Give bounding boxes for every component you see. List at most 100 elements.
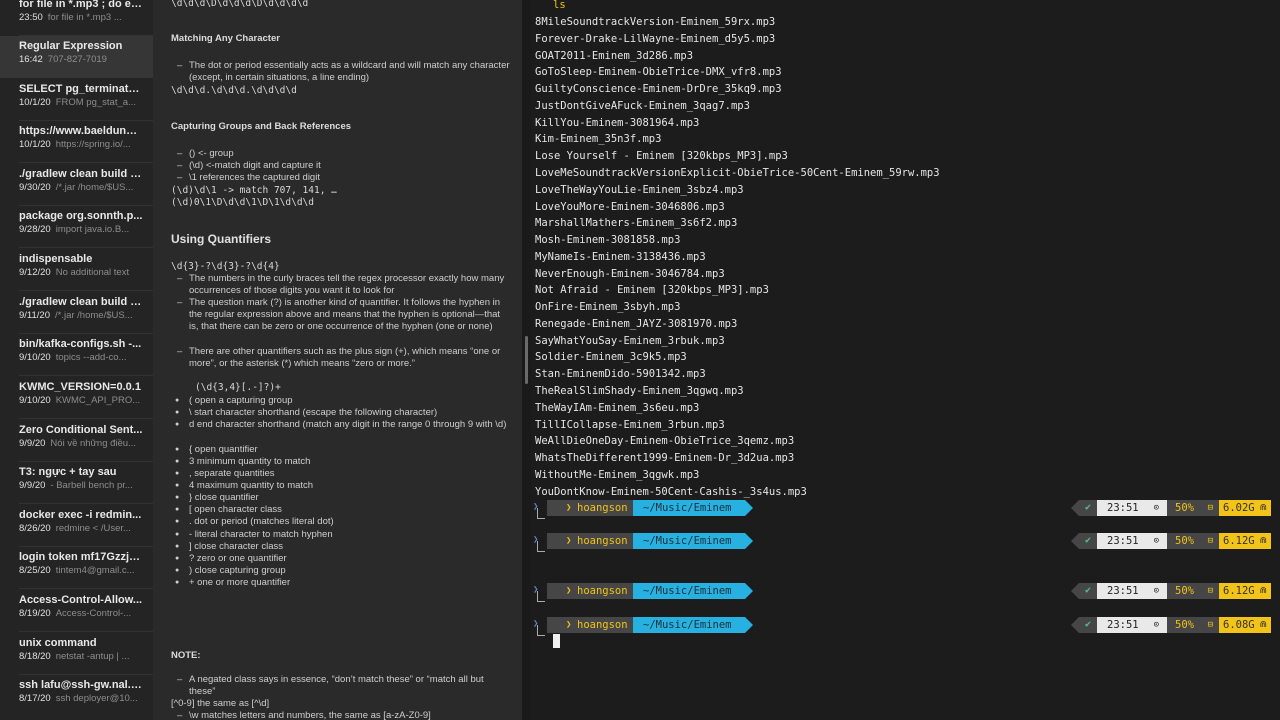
note-meta: 10/1/20 FROM pg_stat_a...	[19, 96, 143, 109]
file-entry: GuiltyConscience-Eminem-DrDre_35kq9.mp3	[535, 83, 782, 95]
note-preview: ssh deployer@10...	[55, 693, 138, 704]
note-date: 9/12/20	[19, 267, 51, 278]
shell-prompt: ❯ hoangson ~/Music/Eminem ✔ 23:51 50% 6.…	[531, 500, 1280, 519]
list-item: ( open a capturing group	[175, 395, 511, 407]
note-title: docker exec -i redmin...	[19, 509, 142, 521]
prompt-user: hoangson	[566, 500, 633, 516]
terminal[interactable]: ls 8MileSoundtrackVersion-Eminem_59rx.mp…	[531, 0, 1280, 720]
note-title: https://www.baeldung....	[19, 125, 143, 137]
note-item[interactable]: unix command 8/18/20 netstat -antup | ...	[0, 633, 153, 675]
note-item[interactable]: login token mf17GzzjR... 8/25/20 tintem4@…	[0, 547, 153, 589]
list-item: [ open character class	[175, 504, 511, 516]
divider	[19, 418, 153, 419]
note-preview: tintem4@gmail.c...	[55, 565, 135, 576]
prompt-path: ~/Music/Eminem	[633, 583, 745, 599]
note-date: 9/9/20	[19, 480, 46, 491]
note-title: Zero Conditional Sent...	[19, 424, 143, 436]
apple-icon	[547, 583, 567, 599]
note-date: 9/10/20	[19, 395, 51, 406]
note-preview: KWMC_API_PRO...	[55, 395, 141, 406]
prompt-path: ~/Music/Eminem	[633, 533, 745, 549]
file-entry: Soldier-Eminem_3c9k5.mp3	[535, 351, 687, 363]
code-line: (\d)\d\1 -> match 707, 141, …	[171, 185, 337, 196]
terminal-cursor[interactable]	[553, 634, 560, 648]
scrollbar-thumb[interactable]	[525, 336, 528, 384]
list-item: , separate quantities	[175, 468, 511, 480]
note-item[interactable]: ./gradlew clean build -... 9/11/20 /*.jar…	[0, 292, 153, 334]
file-entry: Forever-Drake-LilWayne-Eminem_d5y5.mp3	[535, 33, 776, 45]
text-line: [^0-9] the same as [^\d]	[171, 698, 270, 709]
note-item[interactable]: Regular Expression 16:42 707-827-7019	[0, 36, 153, 78]
file-entry: Not Afraid - Eminem [320kbps_MP3].mp3	[535, 284, 769, 296]
note-item[interactable]: Access-Control-Allow... 8/19/20 Access-Co…	[0, 590, 153, 632]
code-line: \d\d\d\D\d\d\d\D\d\d\d\d	[171, 0, 309, 9]
note-item[interactable]: ./gradlew clean build -... 9/30/20 /*.jar…	[0, 164, 153, 206]
file-entry: TheWayIAm-Eminem_3s6eu.mp3	[535, 402, 700, 414]
prompt-time: 23:51	[1097, 583, 1167, 599]
divider	[19, 631, 153, 632]
list-item: . dot or period (matches literal dot)	[175, 516, 511, 528]
note-item[interactable]: https://www.baeldung.... 10/1/20 https://…	[0, 121, 153, 163]
prompt-segment-tip	[1071, 583, 1079, 599]
note-date: 9/10/20	[19, 352, 51, 363]
note-date: 9/9/20	[19, 438, 46, 449]
note-item[interactable]: bin/kafka-configs.sh -... 9/10/20 topics …	[0, 334, 153, 376]
note-item[interactable]: T3: ngực + tay sau 9/9/20 - Barbell bench…	[0, 462, 153, 504]
note-item[interactable]: KWMC_VERSION=0.0.1 9/10/20 KWMC_API_PRO..…	[0, 377, 153, 419]
file-entry: SayWhatYouSay-Eminem_3rbuk.mp3	[535, 335, 725, 347]
note-preview: redmine < /User...	[55, 523, 131, 534]
note-title: KWMC_VERSION=0.0.1	[19, 381, 141, 393]
prompt-time: 23:51	[1097, 617, 1167, 633]
prompt-segment-tip	[745, 533, 753, 549]
note-title: Access-Control-Allow...	[19, 594, 143, 606]
note-meta: 9/11/20 /*.jar /home/$US...	[19, 309, 143, 322]
file-entry: GoToSleep-Eminem-ObieTrice-DMX_vfr8.mp3	[535, 66, 782, 78]
note-editor[interactable]: \d\d\d\D\d\d\d\D\d\d\d\d Matching Any Ch…	[153, 0, 522, 720]
file-entry: JustDontGiveAFuck-Eminem_3qag7.mp3	[535, 100, 750, 112]
note-item[interactable]: SELECT pg_terminate_... 10/1/20 FROM pg_s…	[0, 79, 153, 121]
note-preview: No additional text	[55, 267, 130, 278]
file-entry: GOAT2011-Eminem_3d286.mp3	[535, 50, 694, 62]
note-date: 16:42	[19, 54, 43, 65]
note-meta: 8/19/20 Access-Control-...	[19, 607, 143, 620]
file-entry: WhatsTheDifferent1999-Eminem-Dr_3d2ua.mp…	[535, 452, 795, 464]
command-text: ls	[553, 0, 566, 11]
note-meta: 9/30/20 /*.jar /home/$US...	[19, 181, 143, 194]
prompt-battery: 50%	[1167, 500, 1219, 516]
file-entry: OnFire-Eminem_3sbyh.mp3	[535, 301, 681, 313]
note-meta: 8/17/20 ssh deployer@10...	[19, 692, 143, 705]
list-item: 4 maximum quantity to match	[175, 480, 511, 492]
note-meta: 9/12/20 No additional text	[19, 266, 143, 279]
note-item[interactable]: package org.sonnth.p... 9/28/20 import ja…	[0, 206, 153, 248]
note-date: 10/1/20	[19, 97, 51, 108]
note-title: login token mf17GzzjR...	[19, 551, 143, 563]
file-entry: WeAllDieOneDay-Eminem-ObieTrice_3qemz.mp…	[535, 435, 795, 447]
note-meta: 9/28/20 import java.io.B...	[19, 223, 143, 236]
note-preview: FROM pg_stat_a...	[55, 97, 136, 108]
prompt-user: hoangson	[566, 583, 633, 599]
note-item[interactable]: docker exec -i redmin... 8/26/20 redmine …	[0, 505, 153, 547]
prompt-time: 23:51	[1097, 533, 1167, 549]
bullet-item: \1 references the captured digit	[177, 172, 511, 184]
note-meta: 8/26/20 redmine < /User...	[19, 522, 143, 535]
prompt-battery: 50%	[1167, 583, 1219, 599]
note-item[interactable]: Zero Conditional Sent... 9/9/20 Nói về nh…	[0, 420, 153, 462]
code-line: (\d)0\1\D\d\d\1\D\1\d\d\d	[171, 197, 314, 208]
prompt-user: hoangson	[566, 617, 633, 633]
note-item[interactable]: indispensable 9/12/20 No additional text	[0, 249, 153, 291]
note-title: SELECT pg_terminate_...	[19, 83, 143, 95]
prompt-memory: 6.08G	[1219, 617, 1271, 633]
note-title: unix command	[19, 637, 97, 649]
file-entry: TheRealSlimShady-Eminem_3qgwq.mp3	[535, 385, 744, 397]
prompt-corner	[537, 591, 545, 602]
file-entry: Kim-Eminem_35n3f.mp3	[535, 133, 662, 145]
prompt-corner	[537, 508, 545, 519]
file-entry: Renegade-Eminem_JAYZ-3081970.mp3	[535, 318, 738, 330]
list-item: \ start character shorthand (escape the …	[175, 407, 511, 419]
note-preview: Access-Control-...	[55, 608, 132, 619]
note-item[interactable]: ssh lafu@ssh-gw.nal.v... 8/17/20 ssh depl…	[0, 675, 153, 717]
prompt-segment-tip	[745, 500, 753, 516]
prompt-segment-tip	[1071, 533, 1079, 549]
code-line: \d{3}-?\d{3}-?\d{4}	[171, 261, 280, 272]
note-item[interactable]: for file in *.mp3 ; do ec... 23:50 for fi…	[0, 0, 153, 36]
